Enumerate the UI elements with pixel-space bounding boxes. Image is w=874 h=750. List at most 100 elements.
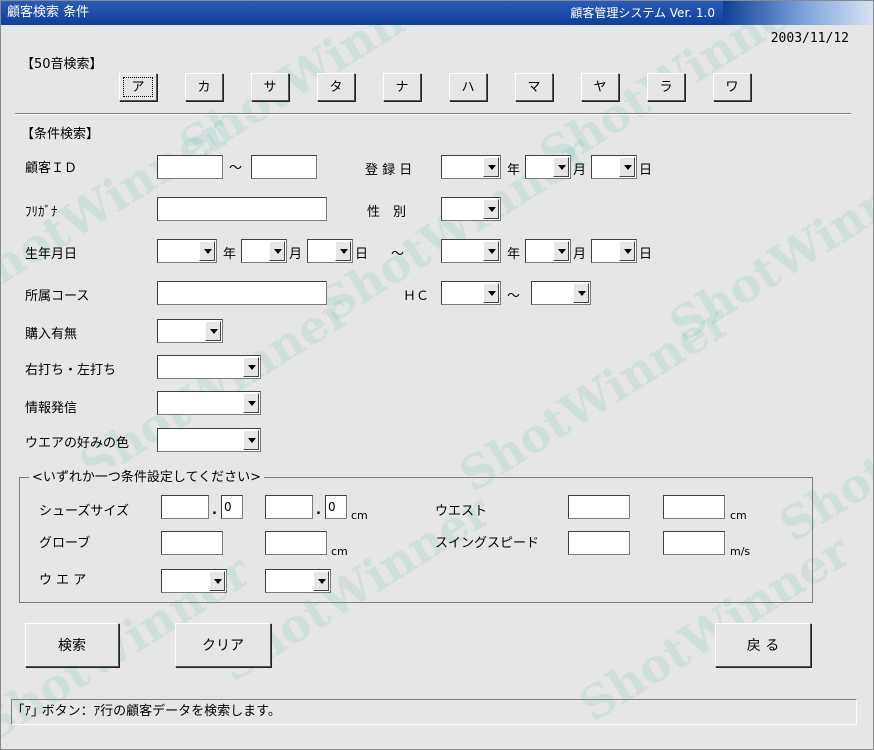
search-button[interactable]: 検索 xyxy=(25,623,119,667)
waist-to-input[interactable] xyxy=(663,495,725,519)
customer-id-from-input[interactable] xyxy=(157,155,223,179)
chevron-down-icon[interactable] xyxy=(243,430,259,450)
waist-from-input[interactable] xyxy=(568,495,630,519)
info-label: 情報発信 xyxy=(25,401,78,416)
birth-date-label: 生年月日 xyxy=(25,247,78,262)
chevron-down-icon[interactable] xyxy=(243,357,259,377)
birth-to-year-unit: 年 xyxy=(507,247,521,262)
info-select[interactable] xyxy=(157,391,261,415)
glove-label: グローブ xyxy=(39,536,91,551)
wear-label: ウ エ ア xyxy=(39,573,87,588)
glove-unit: cm xyxy=(331,545,348,558)
kana-button-sa[interactable]: サ xyxy=(251,73,289,101)
chevron-down-icon[interactable] xyxy=(483,283,499,303)
hc-tilde: ～ xyxy=(507,289,521,304)
kana-button-ka[interactable]: カ xyxy=(185,73,223,101)
glove-to-input[interactable] xyxy=(265,531,327,555)
kana-button-ya[interactable]: ヤ xyxy=(581,73,619,101)
register-date-label: 登 録 日 xyxy=(365,163,413,178)
hc-from-select[interactable] xyxy=(441,281,501,305)
chevron-down-icon[interactable] xyxy=(483,157,499,177)
birth-to-month-unit: 月 xyxy=(573,247,587,262)
register-year-unit: 年 xyxy=(507,163,521,178)
back-button[interactable]: 戻 る xyxy=(715,623,811,667)
hc-label: ＨＣ xyxy=(403,289,430,304)
shoes-size-to-decimal-input[interactable]: 0 xyxy=(325,495,347,519)
section-divider xyxy=(15,113,851,115)
birth-from-year-select[interactable] xyxy=(157,239,217,263)
chevron-down-icon[interactable] xyxy=(269,241,285,261)
glove-from-input[interactable] xyxy=(161,531,223,555)
chevron-down-icon[interactable] xyxy=(243,393,259,413)
course-label: 所属コース xyxy=(25,289,90,304)
chevron-down-icon[interactable] xyxy=(205,321,221,341)
handed-select[interactable] xyxy=(157,355,261,379)
chevron-down-icon[interactable] xyxy=(313,571,329,591)
swing-speed-label: スイングスピード xyxy=(435,536,540,551)
chevron-down-icon[interactable] xyxy=(553,157,569,177)
gender-select[interactable] xyxy=(441,197,501,221)
shoes-size-label: シューズサイズ xyxy=(39,504,129,519)
shoes-size-to-input[interactable] xyxy=(265,495,313,519)
birth-from-day-select[interactable] xyxy=(307,239,353,263)
handed-label: 右打ち・左打ち xyxy=(25,363,117,378)
customer-id-tilde: ～ xyxy=(229,161,243,176)
register-day-unit: 日 xyxy=(639,163,653,178)
shoes-size-to-dot: . xyxy=(316,503,321,518)
kana-button-na[interactable]: ナ xyxy=(383,73,421,101)
register-month-unit: 月 xyxy=(573,163,587,178)
kana-button-a[interactable]: ア xyxy=(119,73,157,101)
kana-button-wa[interactable]: ワ xyxy=(713,73,751,101)
shoes-size-from-decimal-input[interactable]: 0 xyxy=(221,495,243,519)
kana-button-ta[interactable]: タ xyxy=(317,73,355,101)
chevron-down-icon[interactable] xyxy=(209,571,225,591)
kana-button-ma[interactable]: マ xyxy=(515,73,553,101)
chevron-down-icon[interactable] xyxy=(619,241,635,261)
birth-date-tilde: ～ xyxy=(391,247,405,262)
purchase-label: 購入有無 xyxy=(25,327,78,342)
chevron-down-icon[interactable] xyxy=(619,157,635,177)
birth-from-month-select[interactable] xyxy=(241,239,287,263)
clear-button[interactable]: クリア xyxy=(175,623,271,667)
wear-to-select[interactable] xyxy=(265,569,331,593)
birth-from-day-unit: 日 xyxy=(355,247,369,262)
course-input[interactable] xyxy=(157,281,327,305)
swing-speed-to-input[interactable] xyxy=(663,531,725,555)
chevron-down-icon[interactable] xyxy=(335,241,351,261)
register-year-select[interactable] xyxy=(441,155,501,179)
birth-to-day-select[interactable] xyxy=(591,239,637,263)
waist-unit: cm xyxy=(730,509,747,522)
shoes-size-from-input[interactable] xyxy=(161,495,209,519)
customer-id-to-input[interactable] xyxy=(251,155,317,179)
wear-from-select[interactable] xyxy=(161,569,227,593)
furigana-input[interactable] xyxy=(157,197,327,221)
kana-search-label: 【50音検索】 xyxy=(21,57,103,72)
chevron-down-icon[interactable] xyxy=(573,283,589,303)
hc-to-select[interactable] xyxy=(531,281,591,305)
chevron-down-icon[interactable] xyxy=(553,241,569,261)
window-title: 顧客検索 条件 xyxy=(7,5,90,20)
wear-color-label: ウエアの好みの色 xyxy=(25,436,130,451)
birth-from-month-unit: 月 xyxy=(289,247,303,262)
kana-button-ha[interactable]: ハ xyxy=(449,73,487,101)
swing-speed-from-input[interactable] xyxy=(568,531,630,555)
purchase-select[interactable] xyxy=(157,319,223,343)
chevron-down-icon[interactable] xyxy=(483,199,499,219)
swing-speed-unit: m/s xyxy=(730,545,751,558)
register-day-select[interactable] xyxy=(591,155,637,179)
chevron-down-icon[interactable] xyxy=(483,241,499,261)
title-bar[interactable]: 顧客検索 条件 顧客管理システム Ver. 1.0 xyxy=(1,1,873,25)
size-condition-group-title: <いずれか一つ条件設定してください> xyxy=(29,466,265,485)
chevron-down-icon[interactable] xyxy=(199,241,215,261)
customer-id-label: 顧客ＩＤ xyxy=(25,161,78,176)
current-date: 2003/11/12 xyxy=(770,31,849,46)
register-month-select[interactable] xyxy=(525,155,571,179)
kana-button-ra[interactable]: ラ xyxy=(647,73,685,101)
wear-color-select[interactable] xyxy=(157,428,261,452)
birth-to-month-select[interactable] xyxy=(525,239,571,263)
app-version: 顧客管理システム Ver. 1.0 xyxy=(570,6,715,20)
birth-to-year-select[interactable] xyxy=(441,239,501,263)
status-bar: ｢ｱ｣ ボタン：ｱ行の顧客データを検索します。 xyxy=(11,699,857,725)
gender-label: 性 別 xyxy=(367,205,407,220)
furigana-label: ﾌﾘｶﾞﾅ xyxy=(25,205,58,220)
